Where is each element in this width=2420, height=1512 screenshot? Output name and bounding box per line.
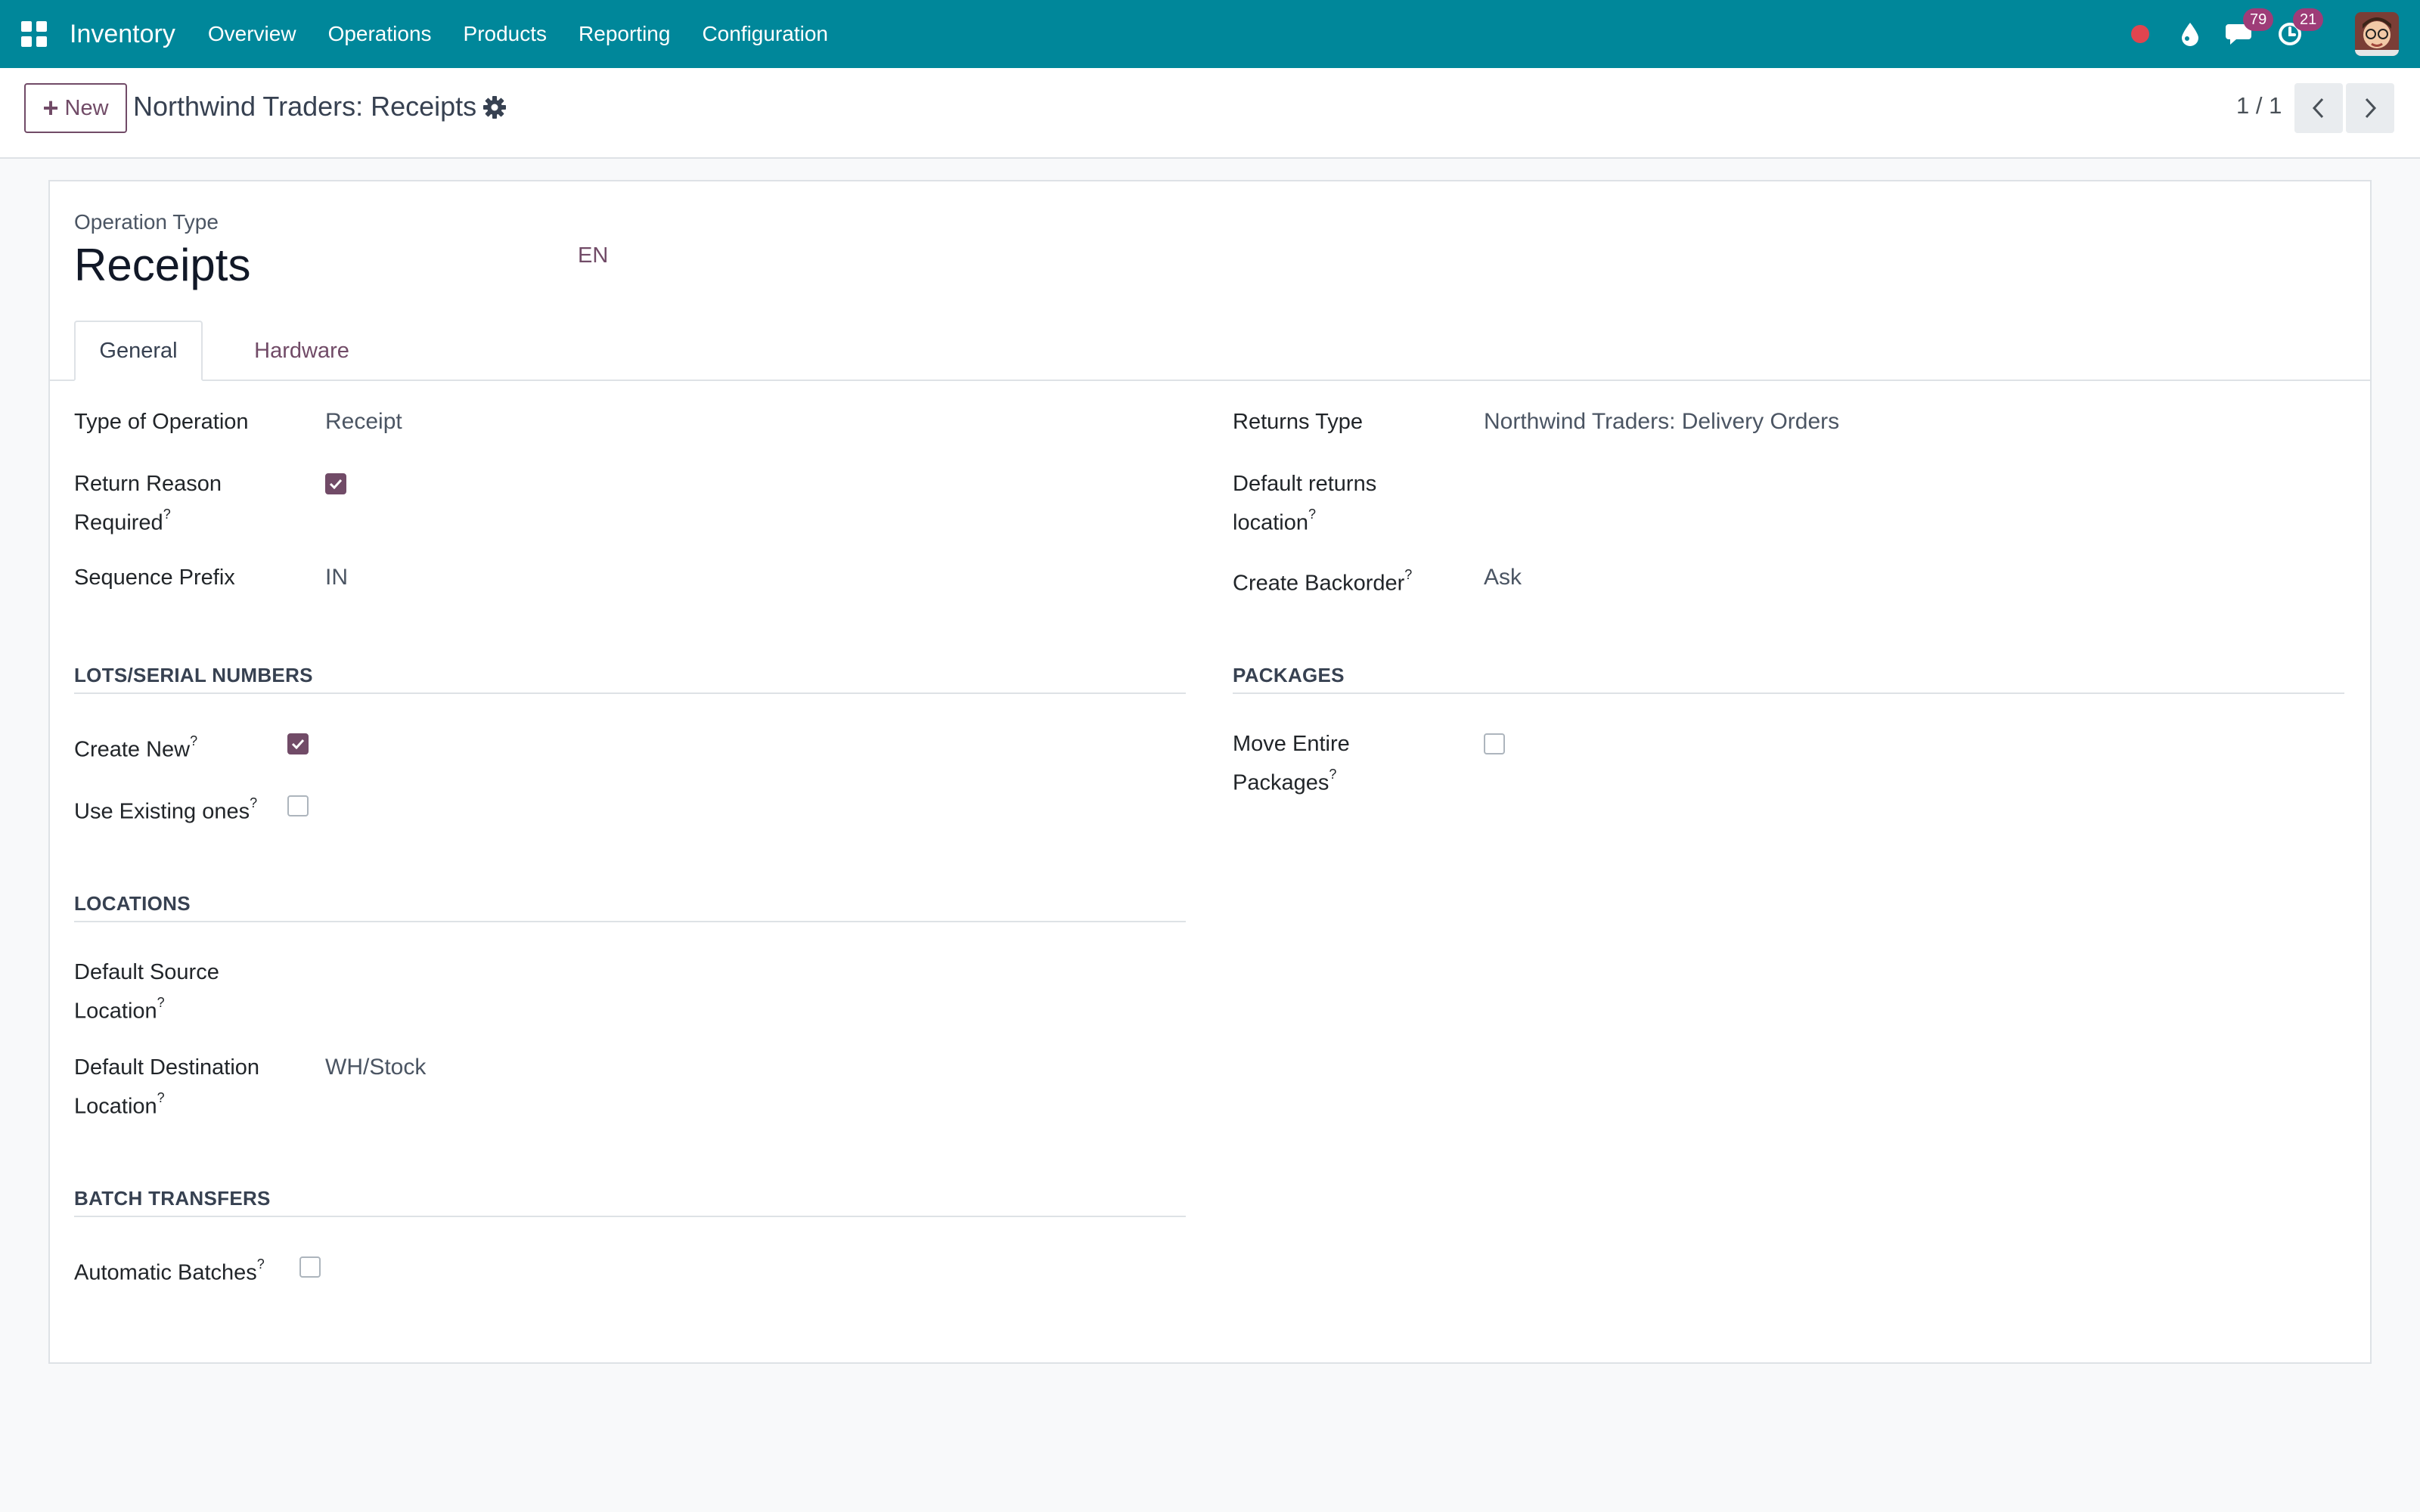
systray: 79 21 — [2131, 0, 2420, 68]
help-icon[interactable]: ? — [190, 733, 197, 748]
messages-badge: 79 — [2243, 8, 2274, 31]
default-destination-location-label: Default Destination Location? — [74, 1055, 260, 1119]
record-type-label: Operation Type — [74, 210, 219, 234]
menu-configuration[interactable]: Configuration — [686, 22, 844, 46]
locations-section-divider — [74, 921, 1186, 922]
user-avatar[interactable] — [2355, 12, 2399, 56]
packages-section-title: PACKAGES — [1233, 664, 1345, 686]
pager-value[interactable]: 1 / 1 — [2236, 92, 2282, 119]
apps-menu-icon[interactable] — [21, 21, 47, 47]
move-entire-packages-label: Move Entire Packages? — [1233, 732, 1350, 795]
default-returns-location-label: Default returns location? — [1233, 472, 1377, 535]
help-icon[interactable]: ? — [1404, 567, 1412, 582]
sequence-prefix-label: Sequence Prefix — [74, 565, 235, 590]
lots-section-title: LOTS/SERIAL NUMBERS — [74, 664, 313, 686]
default-returns-location-value[interactable] — [1484, 467, 2316, 500]
activities-clock-icon[interactable]: 21 — [2275, 8, 2324, 49]
default-destination-location-value[interactable]: WH/Stock — [325, 1051, 426, 1084]
returns-type-label: Returns Type — [1233, 410, 1363, 434]
help-icon[interactable]: ? — [157, 995, 165, 1010]
default-source-location-label: Default Source Location? — [74, 960, 219, 1024]
lots-section-divider — [74, 692, 1186, 694]
gear-icon[interactable] — [482, 95, 507, 119]
create-new-label: Create New? — [74, 733, 198, 762]
new-button-label: New — [64, 95, 109, 120]
new-button[interactable]: + New — [24, 83, 127, 133]
menu-operations[interactable]: Operations — [312, 22, 448, 46]
pager-previous-button[interactable] — [2294, 83, 2343, 133]
create-backorder-value[interactable]: Ask — [1484, 561, 1522, 594]
batch-section-divider — [74, 1216, 1186, 1217]
menu-reporting[interactable]: Reporting — [563, 22, 686, 46]
help-icon[interactable]: ? — [1329, 767, 1336, 782]
check-icon — [291, 739, 305, 749]
type-of-operation-value[interactable]: Receipt — [325, 405, 402, 438]
create-new-checkbox[interactable] — [287, 733, 309, 754]
locations-section-title: LOCATIONS — [74, 892, 191, 915]
breadcrumb: Northwind Traders: Receipts — [133, 91, 477, 122]
app-name[interactable]: Inventory — [70, 20, 175, 49]
help-icon[interactable]: ? — [250, 795, 257, 810]
type-of-operation-label: Type of Operation — [74, 410, 249, 434]
help-icon[interactable]: ? — [157, 1090, 165, 1105]
packages-section-divider — [1233, 692, 2344, 694]
use-existing-label: Use Existing ones? — [74, 795, 258, 824]
chevron-left-icon — [2312, 98, 2324, 119]
sequence-prefix-value[interactable]: IN — [325, 561, 348, 594]
top-navbar: Inventory Overview Operations Products R… — [0, 0, 2420, 68]
automatic-batches-checkbox[interactable] — [299, 1256, 321, 1278]
tabs-divider — [50, 380, 2370, 381]
messages-icon[interactable]: 79 — [2225, 8, 2274, 49]
batch-section-title: BATCH TRANSFERS — [74, 1187, 271, 1210]
help-icon[interactable]: ? — [1308, 507, 1316, 522]
menu-overview[interactable]: Overview — [192, 22, 312, 46]
returns-type-value[interactable]: Northwind Traders: Delivery Orders — [1484, 405, 1839, 438]
use-existing-checkbox[interactable] — [287, 795, 309, 816]
form-sheet: Operation Type Receipts EN General Hardw… — [48, 180, 2372, 1364]
plus-icon: + — [42, 92, 59, 123]
move-entire-packages-checkbox[interactable] — [1484, 733, 1505, 754]
create-backorder-label: Create Backorder? — [1233, 567, 1413, 596]
pager-next-button[interactable] — [2346, 83, 2394, 133]
language-toggle[interactable]: EN — [578, 243, 608, 268]
activities-badge: 21 — [2293, 8, 2324, 31]
check-icon — [329, 479, 343, 489]
return-reason-checkbox[interactable] — [325, 473, 346, 494]
tab-general[interactable]: General — [74, 321, 203, 381]
drop-icon[interactable] — [2175, 19, 2205, 49]
tab-hardware[interactable]: Hardware — [253, 321, 351, 381]
menu-products[interactable]: Products — [448, 22, 563, 46]
default-source-location-value[interactable] — [325, 956, 1157, 989]
help-icon[interactable]: ? — [257, 1256, 265, 1272]
return-reason-label: Return Reason Required? — [74, 472, 222, 535]
automatic-batches-label: Automatic Batches? — [74, 1256, 265, 1285]
record-indicator-icon[interactable] — [2131, 25, 2149, 43]
help-icon[interactable]: ? — [163, 507, 171, 522]
record-name[interactable]: Receipts — [74, 239, 250, 291]
chevron-right-icon — [2365, 98, 2377, 119]
control-panel: + New Northwind Traders: Receipts 1 / 1 — [0, 68, 2420, 159]
